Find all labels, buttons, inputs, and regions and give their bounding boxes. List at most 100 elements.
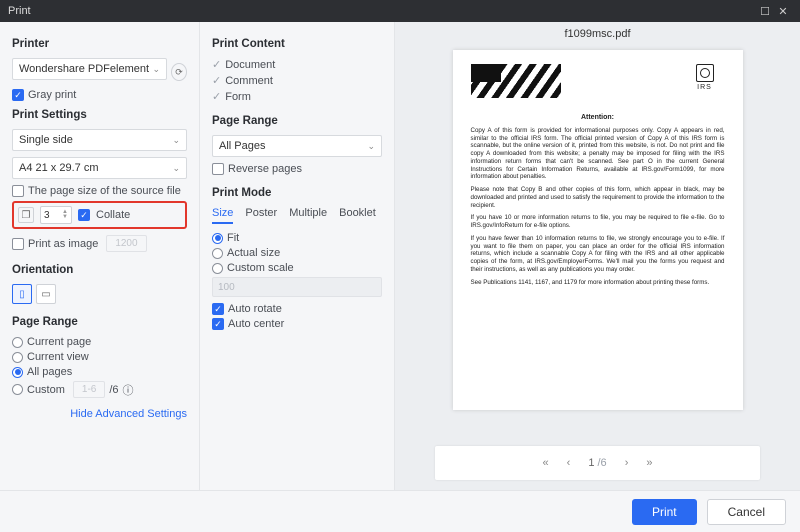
tab-booklet[interactable]: Booklet <box>339 207 376 224</box>
content-form: Form <box>225 91 251 103</box>
footer: Print Cancel <box>0 490 800 532</box>
printer-selected: Wondershare PDFelement <box>19 63 149 75</box>
irs-label: IRS <box>685 84 725 93</box>
middle-panel: Print Content ✓ Document ✓ Comment ✓ Form P… <box>200 22 395 490</box>
printer-properties-button[interactable]: ⟳ <box>171 63 187 81</box>
window-close-icon[interactable]: ✕ <box>774 5 792 18</box>
custom-range-total: /6 <box>109 384 118 396</box>
print-as-image-checkbox[interactable] <box>12 238 24 250</box>
sides-select[interactable]: Single side ⌄ <box>12 129 187 151</box>
reverse-pages-label: Reverse pages <box>228 163 302 175</box>
custom-scale-input[interactable]: 100 <box>212 277 382 297</box>
tab-multiple[interactable]: Multiple <box>289 207 327 224</box>
sides-value: Single side <box>19 134 73 146</box>
chevron-down-icon: ⌄ <box>152 64 160 75</box>
print-button[interactable]: Print <box>632 499 697 525</box>
window-title: Print <box>8 5 31 17</box>
actual-size-radio[interactable] <box>212 248 223 259</box>
content-document: Document <box>225 59 275 71</box>
orientation-landscape-button[interactable]: ▭ <box>36 284 56 304</box>
copies-highlight: ❐ 3 ▲▼ Collate <box>12 201 187 229</box>
content-comment: Comment <box>225 75 273 87</box>
actual-size-label: Actual size <box>227 247 280 259</box>
chevron-down-icon: ⌄ <box>172 135 180 146</box>
preview-para-5: See Publications 1141, 1167, and 1179 fo… <box>471 279 725 287</box>
custom-range-input[interactable]: 1-6 <box>73 381 105 398</box>
orientation-heading: Orientation <box>12 264 187 276</box>
pager-current: 1 /6 <box>588 457 606 469</box>
preview-page: IRS Attention: Copy A of this form is pr… <box>453 50 743 410</box>
print-mode-heading: Print Mode <box>212 187 382 199</box>
print-as-image-dpi: 1200 <box>106 235 146 252</box>
print-as-image-label: Print as image <box>28 238 98 250</box>
pager-last-button[interactable]: » <box>646 457 652 469</box>
source-size-label: The page size of the source file <box>28 185 181 197</box>
attention-heading: Attention: <box>471 114 725 123</box>
pager-first-button[interactable]: « <box>543 457 549 469</box>
check-icon: ✓ <box>212 58 221 71</box>
printer-select[interactable]: Wondershare PDFelement ⌄ <box>12 58 167 80</box>
copies-value: 3 <box>44 210 50 221</box>
tab-poster[interactable]: Poster <box>245 207 277 224</box>
check-icon: ✓ <box>212 90 221 103</box>
preview-filename: f1099msc.pdf <box>395 22 800 44</box>
auto-rotate-label: Auto rotate <box>228 303 282 315</box>
irs-block: IRS <box>685 64 725 93</box>
page-range-select[interactable]: All Pages ⌄ <box>212 135 382 157</box>
window-maximize-icon[interactable]: ☐ <box>756 5 774 18</box>
auto-center-checkbox[interactable] <box>212 318 224 330</box>
cancel-button[interactable]: Cancel <box>707 499 786 525</box>
current-page-label: Current page <box>27 336 91 348</box>
custom-scale-radio[interactable] <box>212 263 223 274</box>
preview-para-2: Please note that Copy B and other copies… <box>471 186 725 209</box>
pager-prev-button[interactable]: ‹ <box>567 457 571 469</box>
fit-label: Fit <box>227 232 239 244</box>
current-view-radio[interactable] <box>12 352 23 363</box>
all-pages-label: All pages <box>27 366 72 378</box>
custom-range-radio[interactable] <box>12 384 23 395</box>
print-content-heading: Print Content <box>212 38 382 50</box>
page-range-mid-heading: Page Range <box>212 115 382 127</box>
custom-scale-label: Custom scale <box>227 262 294 274</box>
page-range-heading: Page Range <box>12 316 187 328</box>
left-panel: Printer Wondershare PDFelement ⌄ ⟳ Gray … <box>0 22 200 490</box>
pager-next-button[interactable]: › <box>625 457 629 469</box>
pager: « ‹ 1 /6 › » <box>435 446 760 480</box>
collate-checkbox[interactable] <box>78 209 90 221</box>
gray-print-checkbox[interactable] <box>12 89 24 101</box>
tab-size[interactable]: Size <box>212 207 233 224</box>
preview-para-3: If you have 10 or more information retur… <box>471 214 725 230</box>
page-range-value: All Pages <box>219 140 265 152</box>
preview-para-1: Copy A of this form is provided for info… <box>471 127 725 181</box>
fit-radio[interactable] <box>212 233 223 244</box>
auto-rotate-checkbox[interactable] <box>212 303 224 315</box>
print-settings-heading: Print Settings <box>12 109 187 121</box>
irs-logo-icon <box>696 64 714 82</box>
gray-print-label: Gray print <box>28 89 76 101</box>
paper-value: A4 21 x 29.7 cm <box>19 162 99 174</box>
auto-center-label: Auto center <box>228 318 284 330</box>
source-size-checkbox[interactable] <box>12 185 24 197</box>
collate-label: Collate <box>96 209 130 221</box>
preview-para-4: If you have fewer than 10 information re… <box>471 235 725 274</box>
current-view-label: Current view <box>27 351 89 363</box>
current-page-radio[interactable] <box>12 337 23 348</box>
hide-advanced-link[interactable]: Hide Advanced Settings <box>12 408 187 420</box>
custom-range-label: Custom <box>27 384 65 396</box>
copies-input[interactable]: 3 ▲▼ <box>40 206 72 224</box>
chevron-down-icon: ⌄ <box>367 141 375 152</box>
paper-select[interactable]: A4 21 x 29.7 cm ⌄ <box>12 157 187 179</box>
mode-tabs: Size Poster Multiple Booklet <box>212 207 382 224</box>
titlebar: Print ☐ ✕ <box>0 0 800 22</box>
info-icon[interactable]: ⓘ <box>123 382 134 398</box>
orientation-portrait-button[interactable]: ▯ <box>12 284 32 304</box>
copies-icon: ❐ <box>18 207 34 223</box>
spinner-icon[interactable]: ▲▼ <box>62 210 68 220</box>
all-pages-radio[interactable] <box>12 367 23 378</box>
preview-panel: f1099msc.pdf IRS Attention: Copy A of th… <box>395 22 800 490</box>
printer-heading: Printer <box>12 38 187 50</box>
chevron-down-icon: ⌄ <box>172 163 180 174</box>
check-icon: ✓ <box>212 74 221 87</box>
reverse-pages-checkbox[interactable] <box>212 163 224 175</box>
flag-graphic <box>471 64 561 98</box>
